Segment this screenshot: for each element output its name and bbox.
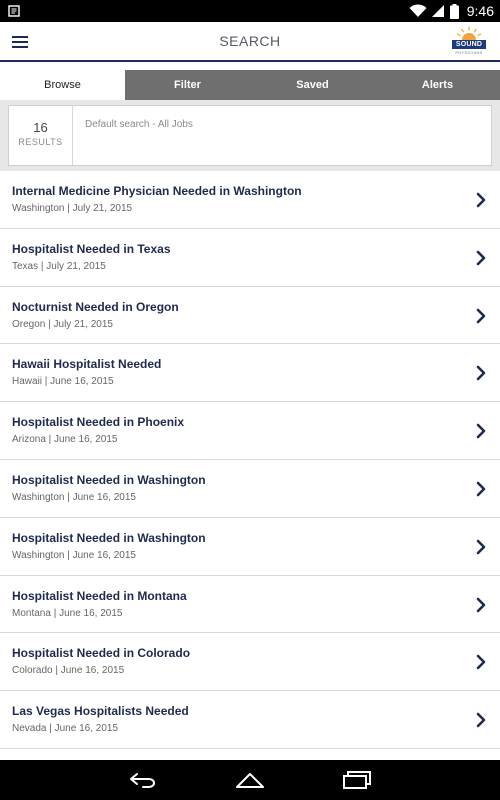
app-bar: SEARCH SOUND PHYSICIANS [0,22,500,62]
sun-logo-icon [456,26,482,40]
nav-recents-button[interactable] [342,770,372,790]
job-list-item[interactable]: Hospitalist Needed in Colorado Colorado … [0,633,500,692]
chevron-right-icon [476,539,486,555]
home-icon [236,773,264,788]
cell-signal-icon [431,5,444,17]
back-icon [130,773,155,788]
logo-wordmark: SOUND [452,40,486,49]
chevron-right-icon [476,712,486,728]
logo-subtext: PHYSICIANS [455,50,483,55]
job-title: Nocturnist Needed in Oregon [12,299,179,314]
page-title: SEARCH [219,33,281,49]
job-list-item[interactable]: Hospitalist Needed in Montana Montana | … [0,575,500,634]
recents-icon [343,771,371,789]
battery-icon [449,3,459,19]
job-location-date: Nevada | June 16, 2015 [12,723,119,735]
search-summary-card[interactable]: 16 RESULTS Default search - All Jobs [8,105,492,166]
job-title: Hawaii Hospitalist Needed [12,357,162,372]
tab-alerts[interactable]: Alerts [375,70,500,100]
job-list-item[interactable]: Hospitalist Needed in Phoenix Arizona | … [0,402,500,460]
chevron-right-icon [476,250,486,266]
job-location-date: Colorado | June 16, 2015 [12,665,125,677]
job-location-date: Washington | June 16, 2015 [12,549,136,561]
chevron-right-icon [476,655,486,670]
result-count-box: 16 RESULTS [9,106,73,165]
chevron-right-icon [476,366,486,381]
tab-bar: Browse Filter Saved Alerts [0,70,500,100]
tab-filter[interactable]: Filter [125,70,250,100]
nav-home-button[interactable] [235,770,265,790]
job-title: Las Vegas Hospitalists Needed [12,704,189,719]
job-title: Internal Medicine Physician Needed in Wa… [12,184,302,198]
sound-physicians-logo[interactable]: SOUND PHYSICIANS [452,26,486,58]
chevron-right-icon [476,597,486,612]
chevron-right-icon [476,192,486,208]
job-title: Hospitalist Needed in Texas [12,241,171,256]
job-title: Hospitalist Needed in Phoenix [12,415,185,430]
app-screen: 9:46 SEARCH SOUND PHYSICIANS Browse Filt… [0,0,500,800]
job-title: Hospitalist Needed in Colorado [12,646,191,661]
job-title: Hospitalist Needed in Washington [12,530,206,545]
result-count-label: RESULTS [18,137,63,147]
tab-browse[interactable]: Browse [0,70,125,100]
system-nav-bar [0,760,500,800]
wifi-icon [409,4,427,17]
job-location-date: Washington | July 21, 2015 [12,203,133,214]
job-list: Internal Medicine Physician Needed in Wa… [0,171,500,760]
status-icons: 9:46 [409,0,494,22]
chevron-right-icon [476,481,486,497]
nav-back-button[interactable] [128,770,158,790]
chevron-right-icon [476,423,486,439]
job-list-item[interactable]: Nocturnist Needed in Oregon Oregon | Jul… [0,286,500,345]
job-location-date: Arizona | June 16, 2015 [12,434,118,446]
job-list-item[interactable]: Las Vegas Hospitalists Needed Nevada | J… [0,691,500,749]
notification-icon [8,5,20,17]
chevron-right-icon [476,308,486,323]
job-title: Hospitalist Needed in Montana [12,588,187,603]
job-title: Hospitalist Needed in Washington [12,472,206,487]
result-count: 16 [33,120,48,135]
job-location-date: Washington | June 16, 2015 [12,491,136,503]
job-list-item[interactable]: Hospitalist Needed in Washington Washing… [0,459,500,518]
search-description: Default search - All Jobs [85,119,193,130]
search-summary-area: 16 RESULTS Default search - All Jobs [0,100,500,171]
job-list-item[interactable]: Hawaii Hospitalist Needed Hawaii | June … [0,344,500,403]
tab-saved[interactable]: Saved [250,70,375,100]
job-list-item[interactable]: Hospitalist Needed in Washington Washing… [0,517,500,576]
job-list-item[interactable]: Hospitalist Needed in Texas Texas | July… [0,228,500,287]
job-list-item[interactable]: Internal Medicine Physician Needed in Wa… [0,171,500,229]
job-location-date: Oregon | July 21, 2015 [12,318,113,330]
job-location-date: Montana | June 16, 2015 [12,607,123,619]
status-bar: 9:46 [0,0,500,22]
job-location-date: Hawaii | June 16, 2015 [12,376,114,388]
status-clock: 9:46 [466,3,494,19]
job-location-date: Texas | July 21, 2015 [12,260,106,272]
